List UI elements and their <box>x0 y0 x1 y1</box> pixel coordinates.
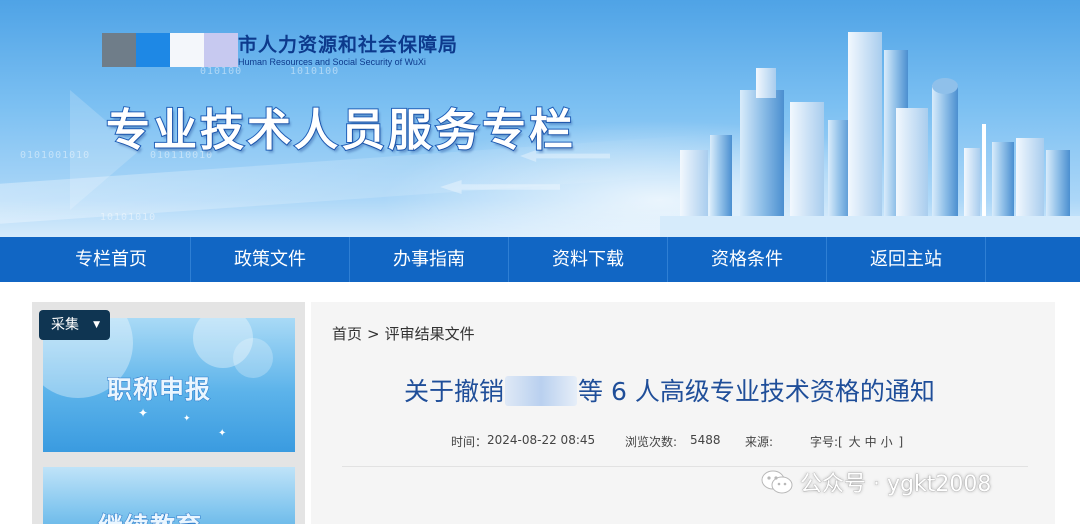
collect-button[interactable]: 采集 ▼ <box>39 310 110 340</box>
font-size-small-button[interactable]: 小 <box>881 435 893 449</box>
logo-mosaic <box>102 33 238 67</box>
banner-digits: 010100 <box>200 66 243 77</box>
star-icon: ✦ <box>138 406 149 420</box>
star-icon: ✦ <box>183 414 191 424</box>
logo-block <box>136 33 170 67</box>
sidebar-card-label: 职称申报 <box>106 375 212 405</box>
org-subtitle: Human Resources and Social Security of W… <box>238 57 426 67</box>
meta-font-size: 字号:[ 大中小 ] <box>810 433 903 450</box>
logo-block <box>170 33 204 67</box>
nav-item-guide[interactable]: 办事指南 <box>350 237 509 282</box>
sidebar-card-label: 继续教育 <box>97 507 202 524</box>
meta-views-label: 浏览次数: <box>625 435 678 449</box>
sidebar-card-continuing-education[interactable]: 继续教育 <box>43 467 295 524</box>
breadcrumb-home-link[interactable]: 首页 <box>332 323 362 344</box>
nav-item-home[interactable]: 专栏首页 <box>32 237 191 282</box>
nav-item-qualifications[interactable]: 资格条件 <box>668 237 827 282</box>
article-title: 关于撤销 等 6 人高级专业技术资格的通知 <box>404 372 935 408</box>
watermark: 公众号 · ygkt2008 <box>760 466 992 498</box>
breadcrumb-separator: > <box>367 325 380 343</box>
banner-title: 专业技术人员服务专栏 <box>105 104 576 157</box>
redacted-name-block <box>505 376 578 406</box>
meta-source-label: 来源: <box>745 435 774 449</box>
nav-item-downloads[interactable]: 资料下载 <box>509 237 668 282</box>
font-size-large-button[interactable]: 大 <box>849 435 861 449</box>
breadcrumb-current-link[interactable]: 评审结果文件 <box>385 323 475 344</box>
city-skyline-icon <box>660 32 1080 237</box>
font-size-label: 字号: <box>810 435 839 449</box>
font-size-bracket: ] <box>898 435 904 449</box>
article-title-suffix: 等 6 人高级专业技术资格的通知 <box>578 377 935 406</box>
main-nav: 专栏首页 政策文件 办事指南 资料下载 资格条件 返回主站 <box>0 237 1080 282</box>
banner-digits: 10101010 <box>100 212 157 223</box>
logo-block <box>102 33 136 67</box>
font-size-bracket: [ <box>838 435 843 449</box>
meta-views-value: 5488 <box>690 433 721 447</box>
watermark-text: 公众号 · ygkt2008 <box>800 472 992 498</box>
banner-digits: 1010100 <box>290 66 340 77</box>
logo-block <box>204 33 238 67</box>
wechat-icon <box>761 470 793 494</box>
site-banner: 010100 1010100 0101001010 010110010 1010… <box>0 0 1080 237</box>
page: 010100 1010100 0101001010 010110010 1010… <box>0 0 1080 524</box>
nav-item-main-site[interactable]: 返回主站 <box>827 237 986 282</box>
nav-item-policy[interactable]: 政策文件 <box>191 237 350 282</box>
bubble-decoration <box>233 338 273 378</box>
star-icon: ✦ <box>218 428 227 439</box>
meta-time-label: 时间： <box>451 435 488 449</box>
breadcrumb: 首页 > 评审结果文件 <box>332 323 475 344</box>
meta-time-value: 2024-08-22 08:45 <box>487 433 596 447</box>
collect-label: 采集 <box>51 317 79 333</box>
article-title-prefix: 关于撤销 <box>404 377 505 406</box>
caret-down-icon: ▼ <box>93 320 100 330</box>
font-size-medium-button[interactable]: 中 <box>865 435 877 449</box>
org-title: 市人力资源和社会保障局 <box>238 34 459 56</box>
